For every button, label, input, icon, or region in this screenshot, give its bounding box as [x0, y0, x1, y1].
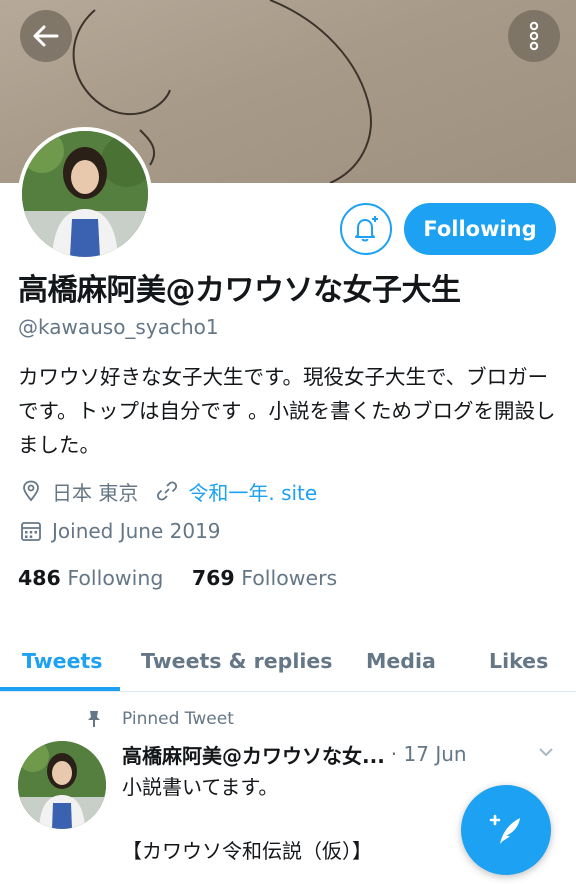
notifications-bell-button[interactable]	[340, 203, 392, 255]
followers-label: Followers	[241, 566, 338, 590]
compose-tweet-icon	[489, 814, 520, 844]
tweet-header: 高橋麻阿美@カワウソな女... · 17 Jun	[122, 738, 562, 770]
tweet-date: · 17 Jun	[390, 742, 467, 766]
profile-avatar[interactable]	[18, 127, 152, 261]
more-vertical-icon	[529, 21, 539, 51]
following-stat[interactable]: 486 Following	[18, 566, 163, 590]
notification-bell-plus-icon	[355, 216, 378, 242]
tweet-author-name[interactable]: 高橋麻阿美@カワウソな女...	[122, 740, 385, 769]
arrow-left-icon	[33, 25, 59, 47]
calendar-icon	[18, 518, 44, 544]
following-count: 486	[18, 566, 61, 590]
profile-display-name: 高橋麻阿美@カワウソな女子大生	[18, 273, 461, 308]
profile-joined-row: Joined June 2019	[18, 516, 221, 546]
back-button[interactable]	[20, 10, 72, 62]
location-pin-icon	[18, 478, 44, 504]
link-icon	[154, 478, 180, 504]
following-button[interactable]: Following	[404, 203, 556, 255]
profile-stats: 486 Following 769 Followers	[18, 566, 337, 590]
tab-media[interactable]: Media	[366, 630, 436, 691]
avatar-photo	[18, 741, 106, 829]
profile-tabs: Tweets Tweets & replies Media Likes	[0, 630, 576, 692]
pinned-tweet-label: Pinned Tweet	[122, 709, 234, 729]
profile-location: 日本 東京	[52, 480, 139, 505]
avatar-photo	[22, 131, 148, 257]
followers-count: 769	[191, 566, 235, 590]
profile-meta-location-link: 日本 東京 令和一年. site	[18, 476, 317, 506]
profile-website-link[interactable]: 令和一年. site	[188, 477, 317, 506]
tweet-author-avatar[interactable]	[18, 741, 106, 829]
profile-bio: カワウソ好きな女子大生です。現役女子大生で、ブロガーです。トップは自分です 。小…	[18, 365, 556, 457]
active-tab-indicator	[0, 687, 120, 691]
following-label: Following	[67, 566, 164, 590]
profile-handle: @kawauso_syacho1	[18, 315, 219, 339]
pinned-tweet-indicator: Pinned Tweet	[86, 705, 234, 733]
tab-tweets[interactable]: Tweets	[22, 630, 102, 691]
profile-joined-date: Joined June 2019	[52, 519, 221, 543]
followers-stat[interactable]: 769 Followers	[192, 566, 337, 590]
compose-tweet-button[interactable]	[461, 785, 551, 875]
tweet-text: 小説書いてます。 【カワウソ令和伝説（仮）】	[122, 775, 372, 863]
tab-tweets-and-replies[interactable]: Tweets & replies	[141, 630, 332, 691]
pin-icon	[86, 710, 106, 728]
chevron-down-icon[interactable]	[536, 742, 556, 762]
more-options-button[interactable]	[508, 10, 560, 62]
tab-likes[interactable]: Likes	[489, 630, 548, 691]
